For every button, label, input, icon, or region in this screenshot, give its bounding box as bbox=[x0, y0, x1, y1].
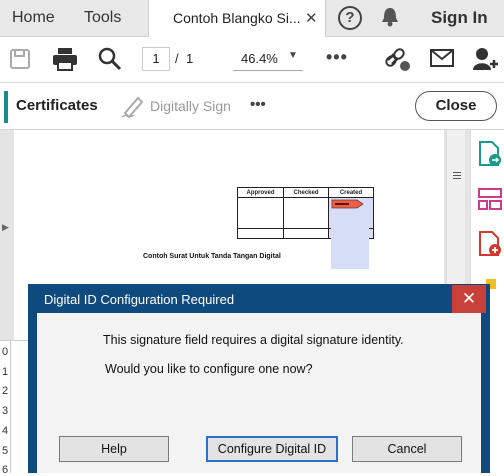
configure-digital-id-button[interactable]: Configure Digital ID bbox=[206, 436, 338, 462]
tab-home[interactable]: Home bbox=[12, 9, 55, 27]
tab-document-label: Contoh Blangko Si... bbox=[173, 10, 301, 26]
zoom-search-icon[interactable] bbox=[97, 46, 123, 72]
tab-document[interactable]: Contoh Blangko Si... ✕ bbox=[148, 0, 326, 37]
sign-in-link[interactable]: Sign In bbox=[431, 8, 488, 28]
zoom-value: 46.4% bbox=[241, 51, 278, 66]
header-created: Created bbox=[328, 187, 374, 198]
document-caption: Contoh Surat Untuk Tanda Tangan Digital bbox=[143, 253, 281, 260]
page-total: 1 bbox=[186, 51, 194, 66]
sign-here-flag-icon bbox=[331, 199, 364, 209]
export-pdf-icon[interactable] bbox=[478, 141, 502, 167]
close-tab-icon[interactable]: ✕ bbox=[305, 9, 318, 27]
email-icon[interactable] bbox=[430, 49, 454, 67]
header-approved: Approved bbox=[237, 187, 284, 198]
more-options-icon[interactable]: ••• bbox=[250, 96, 266, 113]
page-number-input[interactable]: 1 bbox=[142, 47, 170, 71]
row-number: 2 bbox=[1, 385, 9, 397]
dialog-close-icon[interactable]: ✕ bbox=[452, 285, 486, 313]
zoom-select[interactable]: 46.4% ▼ bbox=[233, 46, 303, 71]
close-button-label: Close bbox=[435, 97, 477, 114]
tab-tools[interactable]: Tools bbox=[84, 9, 121, 27]
row-number: 4 bbox=[1, 425, 9, 437]
row-number: 0 bbox=[1, 346, 9, 358]
dialog-question: Would you like to configure one now? bbox=[105, 362, 313, 376]
save-icon[interactable] bbox=[9, 48, 31, 70]
accent-marker bbox=[4, 91, 8, 123]
more-tools-icon[interactable]: ••• bbox=[326, 47, 348, 68]
row-number: 6 bbox=[1, 464, 9, 476]
bell-icon[interactable] bbox=[380, 6, 400, 28]
help-icon[interactable]: ? bbox=[338, 6, 362, 30]
share-link-icon[interactable] bbox=[384, 46, 412, 72]
certificates-title: Certificates bbox=[16, 97, 98, 114]
print-icon[interactable] bbox=[52, 47, 78, 71]
help-button[interactable]: Help bbox=[59, 436, 169, 462]
row-number: 3 bbox=[1, 405, 9, 417]
page-separator: / bbox=[175, 51, 179, 66]
close-button[interactable]: Close bbox=[415, 91, 497, 121]
certificates-bar: Certificates Digitally Sign ••• Close bbox=[0, 83, 504, 130]
create-pdf-icon[interactable] bbox=[478, 231, 502, 257]
pen-sign-icon bbox=[121, 96, 144, 119]
add-user-icon[interactable] bbox=[472, 46, 500, 72]
organize-pages-icon[interactable] bbox=[478, 187, 502, 213]
dialog-title: Digital ID Configuration Required bbox=[44, 292, 235, 307]
row-number: 5 bbox=[1, 445, 9, 457]
header-checked: Checked bbox=[283, 187, 329, 198]
digitally-sign-button[interactable]: Digitally Sign bbox=[150, 98, 231, 114]
cancel-button[interactable]: Cancel bbox=[352, 436, 462, 462]
expand-left-panel-icon[interactable]: ▶ bbox=[2, 222, 9, 233]
chevron-down-icon: ▼ bbox=[288, 50, 298, 61]
dialog-message: This signature field requires a digital … bbox=[103, 333, 404, 347]
row-number: 1 bbox=[1, 366, 9, 378]
